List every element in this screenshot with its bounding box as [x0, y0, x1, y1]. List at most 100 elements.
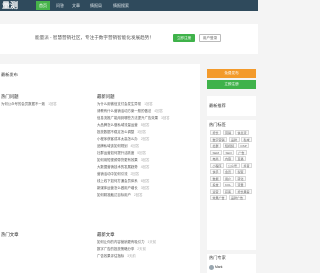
tag-item[interactable]: 小程序 — [210, 162, 225, 168]
tag-item[interactable]: 流量 — [235, 182, 247, 187]
publish-button[interactable]: 免费发布 — [207, 69, 256, 78]
nav-intel-search[interactable]: 情报搜索 — [109, 1, 133, 10]
tag-item[interactable]: 获客 — [222, 188, 234, 194]
nav-intel[interactable]: 情报局 — [86, 1, 106, 10]
list-item[interactable]: 请教有什么营销活动方案一般的做法 4回答 — [97, 108, 197, 115]
tag-item[interactable]: 裂变 — [235, 169, 247, 174]
tag-item[interactable]: 快手 — [210, 169, 222, 174]
tag-item[interactable]: 内容 — [222, 156, 234, 161]
tag-item[interactable]: 数字营销 — [210, 136, 228, 142]
list-item[interactable]: 投放数据不稳定怎么调整 3回答 — [97, 129, 197, 136]
item-title[interactable]: 数字广告的投放策略分享 — [97, 247, 134, 251]
nav-qa[interactable]: 问答 — [53, 1, 67, 10]
item-title[interactable]: 为什么用微信支付会发生异常 — [97, 102, 141, 106]
list-item[interactable]: 为何公众号的会员数据不一致 1回答 — [1, 101, 93, 108]
site-logo[interactable]: 量测 — [2, 1, 18, 10]
tag-item[interactable]: KOL — [222, 182, 234, 187]
item-title[interactable]: 广告效果评估指标 — [97, 254, 124, 258]
item-title[interactable]: 如何让你的内容营销更有吸引力 — [97, 240, 144, 244]
tag-item[interactable]: 短视频 — [222, 143, 237, 148]
tag-item[interactable]: 信息流 — [235, 130, 250, 135]
item-title[interactable]: 投放数据不稳定怎么调整 — [97, 130, 134, 134]
tag-item[interactable]: 广告 — [235, 149, 247, 155]
recommend-title: 最新推荐 — [209, 103, 226, 108]
list-item[interactable]: 小程序获客成本太高怎么办 2回答 — [97, 136, 197, 143]
tag-item[interactable]: 电商 — [210, 156, 222, 161]
nav-articles[interactable]: 文章 — [69, 1, 83, 10]
tag-item[interactable]: 转化 — [235, 175, 247, 181]
item-title[interactable]: 如何精准触达目标用户 — [97, 193, 131, 197]
item-meta: 2回答 — [130, 172, 140, 176]
list-item[interactable]: 大品牌怎么做私域流量运营 5回答 — [97, 122, 197, 129]
register-button[interactable]: 立即注册 — [173, 34, 195, 42]
tag-item[interactable]: 社群 — [210, 143, 222, 148]
list-item[interactable]: 社群运营如何提升活跃度 5回答 — [97, 150, 197, 157]
hot-questions-column: 热门问题 为何公众号的会员数据不一致 1回答 — [1, 94, 93, 108]
tag-item[interactable]: SEO — [223, 149, 235, 155]
expert-name[interactable]: Mark — [215, 265, 223, 269]
latest-questions-list: 为什么用微信支付会发生异常 1回答 请教有什么营销活动方案一般的做法 4回答 信息流推广… — [97, 101, 197, 199]
list-item[interactable]: 如何让你的内容营销更有吸引力 1天前 — [97, 239, 197, 246]
item-title[interactable]: 线上线下如何打通会员体系 — [97, 179, 138, 183]
tag-item[interactable]: 会员 — [222, 169, 234, 174]
item-title[interactable]: 营销活动中如何引流 — [97, 172, 128, 176]
hot-articles-column: 热门文章 — [1, 232, 93, 239]
nav-home[interactable]: 首页 — [36, 1, 50, 10]
list-item[interactable]: 广告效果评估指标 3天前 — [97, 253, 197, 260]
list-item[interactable]: 大数据营销技术的发展趋势 4回答 — [97, 164, 197, 171]
item-title[interactable]: 大品牌怎么做私域流量运营 — [97, 123, 138, 127]
item-meta: 3回答 — [140, 158, 150, 162]
list-item[interactable]: 品牌私域该如何规划 4回答 — [97, 143, 197, 150]
tag-item[interactable]: 用户 — [222, 175, 234, 181]
hot-questions-title: 热门问题 — [1, 94, 19, 99]
tag-item[interactable]: 运营 — [210, 188, 222, 194]
tag-item[interactable]: 品牌 — [228, 136, 240, 142]
item-meta: 4回答 — [140, 165, 150, 169]
tag-item[interactable]: DSP — [238, 143, 250, 148]
item-title[interactable]: 大数据营销技术的发展趋势 — [97, 165, 138, 169]
item-title[interactable]: 社群运营如何提升活跃度 — [97, 151, 134, 155]
answer-count: 1回答 — [48, 102, 57, 106]
tag-item[interactable]: 效果广告 — [210, 195, 228, 200]
list-item[interactable]: 为什么用微信支付会发生异常 1回答 — [97, 101, 197, 108]
tag-item[interactable]: 私域 — [241, 136, 253, 142]
tag-item[interactable]: 抖音 — [241, 162, 253, 168]
tag-item[interactable]: 直播 — [235, 156, 247, 161]
item-title[interactable]: 新媒体运营怎么做用户增长 — [97, 186, 138, 190]
tag-item[interactable]: 数据 — [210, 175, 222, 181]
item-title[interactable]: 小程序获客成本太高怎么办 — [97, 137, 138, 141]
list-item[interactable]: 信息流推广能用到哪些方法提升广告效果 3回答 — [97, 115, 197, 122]
tag-item[interactable]: 增长 — [210, 130, 222, 135]
item-meta: 3天前 — [127, 254, 136, 258]
expert-entry[interactable]: Mark — [209, 264, 223, 270]
item-title[interactable]: 请教有什么营销活动方案一般的做法 — [97, 109, 151, 113]
tag-item[interactable]: 增长黑客 — [235, 188, 253, 194]
item-title[interactable]: 如何用短视频带货更有效果 — [97, 158, 138, 162]
experts-title: 热门专家 — [209, 255, 226, 260]
list-item[interactable]: 如何用短视频带货更有效果 3回答 — [97, 157, 197, 164]
tag-item[interactable]: 营销 — [222, 130, 234, 135]
item-meta: 5回答 — [140, 123, 150, 127]
list-item[interactable]: 如何精准触达目标用户 2回答 — [97, 192, 197, 199]
sidebar-register-button[interactable]: 立即注册 — [207, 80, 256, 89]
tag-item[interactable]: 投放 — [210, 182, 222, 187]
tag-item[interactable]: SEM — [210, 149, 222, 155]
login-button[interactable]: 用户登录 — [199, 34, 221, 42]
list-item[interactable]: 营销活动中如何引流 2回答 — [97, 171, 197, 178]
item-title[interactable]: 品牌私域该如何规划 — [97, 144, 128, 148]
hero-banner: 能量派 - 智慧营销社区，专注于数字营销智能化发展趋势！ 立即注册 用户登录 — [0, 24, 258, 54]
item-meta: 3回答 — [140, 186, 150, 190]
item-title[interactable]: 信息流推广能用到哪些方法提升广告效果 — [97, 116, 158, 120]
list-item[interactable]: 新媒体运营怎么做用户增长 3回答 — [97, 185, 197, 192]
latest-articles-title: 最新文章 — [97, 232, 115, 237]
tag-item[interactable]: 品牌广告 — [228, 195, 246, 200]
item-meta: 5回答 — [137, 151, 146, 155]
hero-slogan: 能量派 - 智慧营销社区，专注于数字营销智能化发展趋势！ — [35, 35, 154, 40]
avatar — [209, 264, 214, 270]
list-item[interactable]: 数字广告的投放策略分享 2天前 — [97, 246, 197, 253]
hot-tags-box: 热门标签 增长 营销 信息流 数字营销 品牌 私域 社群 短视频 DSP SEM SEO 广告 电商 内容… — [207, 120, 256, 250]
tag-item[interactable]: 公众号 — [225, 162, 240, 168]
top-nav-bar: 量测 首页 问答 文章 情报局 情报搜索 — [0, 0, 258, 11]
question-title[interactable]: 为何公众号的会员数据不一致 — [1, 102, 45, 106]
list-item[interactable]: 线上线下如何打通会员体系 6回答 — [97, 178, 197, 185]
